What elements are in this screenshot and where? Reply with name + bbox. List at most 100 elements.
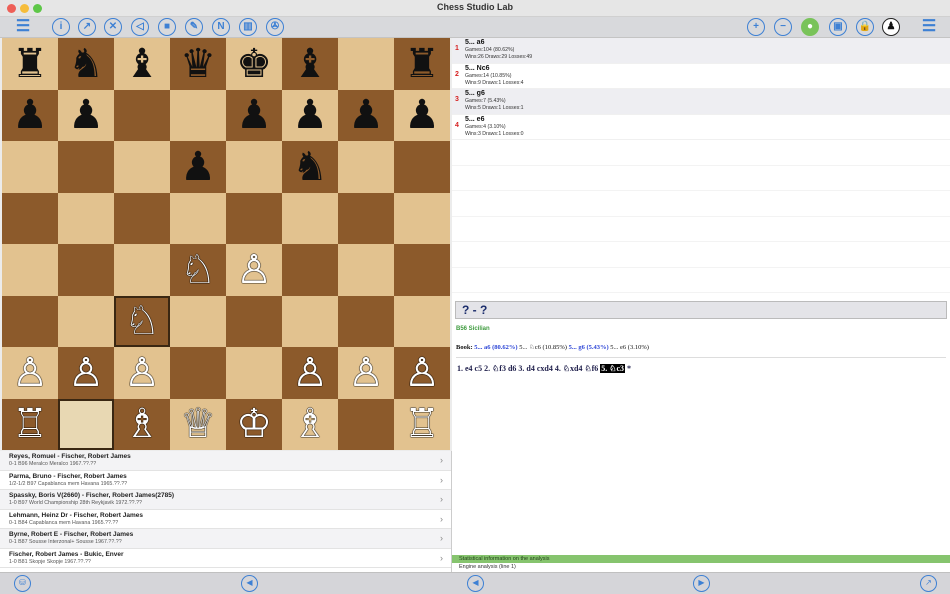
engine-line-bar[interactable]: Engine analysis (line 1) [452, 563, 950, 572]
square-a8[interactable]: ♜ [2, 38, 58, 90]
piece-f6[interactable]: ♞ [292, 147, 328, 187]
book-move-nc6[interactable]: 5... ♘c6 (10.85%) [519, 344, 567, 351]
square-c1[interactable]: ♗ [114, 398, 170, 450]
square-c5[interactable] [114, 192, 170, 244]
square-b5[interactable] [58, 192, 114, 244]
square-c7[interactable] [114, 89, 170, 141]
piece-f2[interactable]: ♙ [292, 353, 328, 393]
piece-b2[interactable]: ♙ [68, 353, 104, 393]
piece-b7[interactable]: ♟ [68, 95, 104, 135]
square-e1[interactable]: ♔ [226, 398, 282, 450]
stop-icon[interactable]: ■ [158, 18, 176, 36]
arrow-icon[interactable]: ↗ [78, 18, 96, 36]
piece-a2[interactable]: ♙ [12, 353, 48, 393]
square-e3[interactable] [226, 295, 282, 347]
square-g1[interactable] [338, 398, 394, 450]
square-h8[interactable]: ♜ [394, 38, 450, 90]
share-icon[interactable]: ↗ [920, 575, 937, 592]
square-h7[interactable]: ♟ [394, 89, 450, 141]
square-b1[interactable] [58, 398, 114, 450]
square-b7[interactable]: ♟ [58, 89, 114, 141]
square-e5[interactable] [226, 192, 282, 244]
square-h3[interactable] [394, 295, 450, 347]
game-row[interactable]: Spassky, Boris V(2660) - Fischer, Robert… [0, 490, 451, 510]
square-d6[interactable]: ♟ [170, 141, 226, 193]
square-b8[interactable]: ♞ [58, 38, 114, 90]
piece-g7[interactable]: ♟ [348, 95, 384, 135]
piece-c1[interactable]: ♗ [124, 404, 160, 444]
piece-h1[interactable]: ♖ [404, 404, 440, 444]
current-move[interactable]: 5. ♘c3 [600, 364, 626, 373]
prev-icon[interactable]: ◀ [467, 575, 484, 592]
piece-f8[interactable]: ♝ [292, 44, 328, 84]
wrench-icon[interactable]: ✇ [266, 18, 284, 36]
piece-f1[interactable]: ♗ [292, 404, 328, 444]
book-move-g6[interactable]: 5... g6 (5.43%) [569, 344, 609, 351]
square-h2[interactable]: ♙ [394, 347, 450, 399]
next-icon[interactable]: ▶ [693, 575, 710, 592]
back-icon[interactable]: ◀ [241, 575, 258, 592]
menu-icon[interactable]: ☰ [12, 18, 34, 36]
square-c2[interactable]: ♙ [114, 347, 170, 399]
piece-e1[interactable]: ♔ [236, 404, 272, 444]
book-move-e6[interactable]: 5... e6 (3.10%) [610, 344, 649, 351]
square-g3[interactable] [338, 295, 394, 347]
book-move-row[interactable]: 2 5... Nc6 Games:14 (10.85%) Wins:9 Draws:1… [452, 64, 950, 89]
square-h6[interactable] [394, 141, 450, 193]
notation-icon[interactable]: N [212, 18, 230, 36]
square-a7[interactable]: ♟ [2, 89, 58, 141]
database-icon[interactable]: ⛁ [14, 575, 31, 592]
square-d1[interactable]: ♕ [170, 398, 226, 450]
piece-d6[interactable]: ♟ [180, 147, 216, 187]
square-a3[interactable] [2, 295, 58, 347]
engine-on-icon[interactable]: ● [801, 18, 819, 36]
piece-c2[interactable]: ♙ [124, 353, 160, 393]
eraser-icon[interactable]: ◁ [131, 18, 149, 36]
square-a1[interactable]: ♖ [2, 398, 58, 450]
sidebar-menu-icon[interactable]: ☰ [918, 18, 940, 36]
square-b3[interactable] [58, 295, 114, 347]
piece-a1[interactable]: ♖ [12, 404, 48, 444]
square-f7[interactable]: ♟ [282, 89, 338, 141]
square-d8[interactable]: ♛ [170, 38, 226, 90]
game-row[interactable]: Fischer, Robert James - Bukic, Enver 1-0 … [0, 549, 451, 568]
game-row[interactable]: Reyes, Romuel - Fischer, Robert James 0-1… [0, 451, 451, 471]
square-a4[interactable] [2, 244, 58, 296]
piece-g2[interactable]: ♙ [348, 353, 384, 393]
square-f1[interactable]: ♗ [282, 398, 338, 450]
signature-icon[interactable]: ✎ [185, 18, 203, 36]
square-f8[interactable]: ♝ [282, 38, 338, 90]
square-g5[interactable] [338, 192, 394, 244]
square-h5[interactable] [394, 192, 450, 244]
game-row[interactable]: Lehmann, Heinz Dr - Fischer, Robert Jame… [0, 510, 451, 529]
game-row[interactable]: Byrne, Robert E - Fischer, Robert James 0… [0, 529, 451, 549]
info-icon[interactable]: i [52, 18, 70, 36]
zoom-out-icon[interactable]: − [774, 18, 792, 36]
chess-board[interactable]: ♜ ♞ ♝ ♛ ♚ ♝ ♜ ♟ ♟ ♟ ♟ ♟ ♟ ♟ ♞ ♘ ♙ ♘ ♙ ♙ ♙ ♙ ♙ ♙ ♖ ♗ ♕ ♔ ♗ ♖ [2, 38, 452, 450]
close-icon[interactable]: ✕ [104, 18, 122, 36]
piece-c8[interactable]: ♝ [124, 44, 160, 84]
piece-e7[interactable]: ♟ [236, 95, 272, 135]
square-c8[interactable]: ♝ [114, 38, 170, 90]
book-move-a6[interactable]: 5... a6 (80.62%) [474, 344, 517, 351]
piece-h2[interactable]: ♙ [404, 353, 440, 393]
piece-d4[interactable]: ♘ [180, 250, 216, 290]
lock-icon[interactable]: 🔒 [856, 18, 874, 36]
game-row[interactable]: Parma, Bruno - Fischer, Robert James 1/2-… [0, 471, 451, 490]
square-c6[interactable] [114, 141, 170, 193]
square-a2[interactable]: ♙ [2, 347, 58, 399]
square-f3[interactable] [282, 295, 338, 347]
book-move-row[interactable]: 4 5... e6 Games:4 (3.10%) Wins:3 Draws:1 Lo… [452, 115, 950, 140]
piece-b8[interactable]: ♞ [68, 44, 104, 84]
square-e8[interactable]: ♚ [226, 38, 282, 90]
zoom-in-icon[interactable]: + [747, 18, 765, 36]
square-a5[interactable] [2, 192, 58, 244]
square-a6[interactable] [2, 141, 58, 193]
book-icon[interactable]: ▥ [239, 18, 257, 36]
stat-info-bar[interactable]: Statistical information on the analysis [452, 555, 950, 563]
piece-h7[interactable]: ♟ [404, 95, 440, 135]
square-b4[interactable] [58, 244, 114, 296]
square-e6[interactable] [226, 141, 282, 193]
piece-d1[interactable]: ♕ [180, 404, 216, 444]
square-g2[interactable]: ♙ [338, 347, 394, 399]
